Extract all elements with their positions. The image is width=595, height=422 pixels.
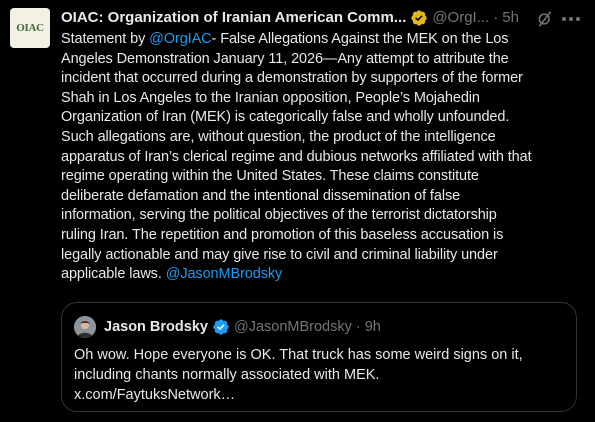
tweet-body-line: Shah in Los Angeles to the Iranian oppos…: [61, 89, 581, 109]
body-text-segment: deliberate defamation and the intentiona…: [61, 187, 461, 204]
author-display-name[interactable]: OIAC: Organization of Iranian American C…: [61, 8, 406, 28]
quoted-tweet-timestamp[interactable]: 9h: [365, 317, 381, 337]
tweet-body-line: Organization of Iran (MEK) is categorica…: [61, 108, 581, 128]
gold-verified-badge-icon[interactable]: [410, 9, 428, 27]
grok-icon[interactable]: [536, 10, 554, 28]
tweet-header: OIAC: Organization of Iranian American C…: [61, 8, 581, 28]
tweet-body-line: deliberate defamation and the intentiona…: [61, 187, 581, 207]
tweet-body-line: legally actionable and may give rise to …: [61, 246, 581, 266]
tweet-body-line: Such allegations are, without question, …: [61, 128, 581, 148]
quoted-author-display-name[interactable]: Jason Brodsky: [104, 317, 208, 337]
quoted-tweet-link[interactable]: x.com/FaytuksNetwork…: [74, 385, 566, 405]
body-text-segment: Angeles Demonstration January 11, 2026—A…: [61, 50, 509, 67]
tweet-body-line: ruling Iran. The repetition and promotio…: [61, 226, 581, 246]
author-avatar[interactable]: OIAC: [10, 8, 50, 48]
tweet-body-line: incident that occurred during a demonstr…: [61, 69, 581, 89]
tweet-body-line: regime operating within the United State…: [61, 167, 581, 187]
quoted-author-avatar[interactable]: [74, 316, 96, 338]
body-text-segment: applicable laws.: [61, 266, 166, 283]
quoted-tweet-body: Oh wow. Hope everyone is OK. That truck …: [74, 345, 566, 405]
body-text-segment: information, serving the political objec…: [61, 207, 497, 224]
author-handle[interactable]: @OrgI...: [432, 8, 489, 28]
body-text-segment: incident that occurred during a demonstr…: [61, 70, 523, 87]
tweet-body: Statement by @OrgIAC- False Allegations …: [61, 30, 581, 285]
tweet-body-line: information, serving the political objec…: [61, 206, 581, 226]
body-text-segment: regime operating within the United State…: [61, 168, 479, 185]
tweet-body-line: Angeles Demonstration January 11, 2026—A…: [61, 50, 581, 70]
tweet-body-line: applicable laws. @JasonMBrodsky: [61, 265, 581, 285]
quoted-tweet-line: Oh wow. Hope everyone is OK. That truck …: [74, 347, 523, 363]
body-text-segment: Shah in Los Angeles to the Iranian oppos…: [61, 89, 480, 106]
quoted-tweet[interactable]: Jason Brodsky @JasonMBrodsky · 9h Oh wow…: [61, 302, 577, 412]
tweet-timestamp[interactable]: 5h: [502, 8, 519, 28]
mention-link[interactable]: @JasonMBrodsky: [166, 266, 283, 282]
separator-dot: ·: [355, 319, 361, 335]
tweet[interactable]: OIAC OIAC: Organization of Iranian Ameri…: [0, 0, 595, 422]
oiac-logo: OIAC: [16, 22, 44, 34]
body-text-segment: apparatus of Iran’s clerical regime and …: [61, 148, 532, 165]
body-text-segment: Organization of Iran (MEK) is categorica…: [61, 109, 510, 126]
tweet-body-line: Statement by @OrgIAC- False Allegations …: [61, 30, 581, 50]
blue-verified-badge-icon[interactable]: [212, 318, 230, 336]
more-options-icon[interactable]: [561, 10, 581, 28]
tweet-body-line: apparatus of Iran’s clerical regime and …: [61, 148, 581, 168]
quoted-author-handle[interactable]: @JasonMBrodsky: [234, 317, 352, 337]
body-text-segment: Such allegations are, without question, …: [61, 128, 496, 145]
separator-dot: ·: [493, 9, 499, 26]
body-text-segment: Statement by: [61, 31, 150, 47]
body-text-segment: - False Allegations Against the MEK on t…: [211, 31, 509, 47]
body-text-segment: legally actionable and may give rise to …: [61, 246, 498, 263]
quoted-tweet-line: including chants normally associated wit…: [74, 367, 380, 383]
quoted-tweet-header: Jason Brodsky @JasonMBrodsky · 9h: [104, 317, 381, 337]
mention-link[interactable]: @OrgIAC: [149, 31, 211, 47]
body-text-segment: ruling Iran. The repetition and promotio…: [61, 226, 504, 243]
